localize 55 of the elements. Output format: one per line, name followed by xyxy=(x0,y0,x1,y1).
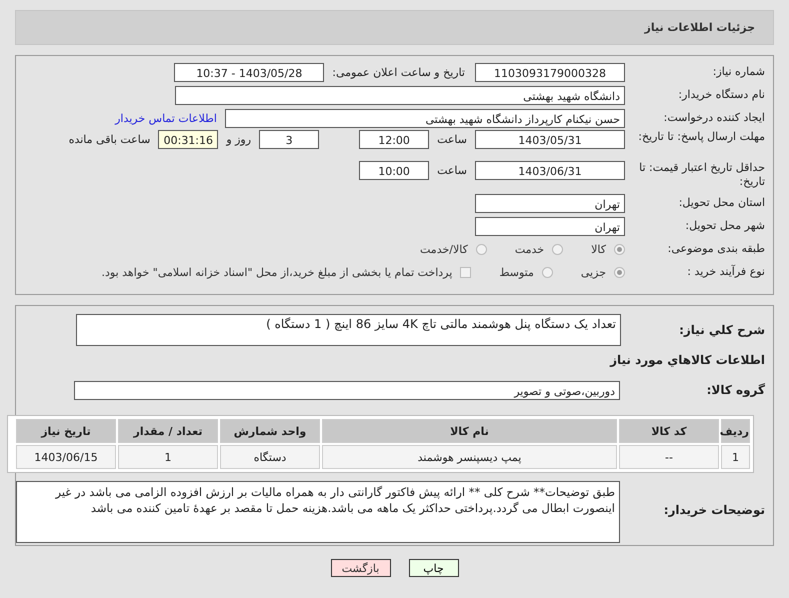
remaining-time-field: 00:31:16 xyxy=(158,130,218,149)
process-radio[interactable]: متوسط xyxy=(499,266,553,278)
field-label: شهر محل تحویل: xyxy=(684,219,766,233)
process-radio[interactable]: جزیی xyxy=(580,266,625,278)
print-button[interactable]: چاپ xyxy=(408,559,458,577)
days-label: روز و xyxy=(226,132,252,148)
column-header: تاریخ نیاز xyxy=(16,419,116,443)
column-header: کد کالا xyxy=(619,419,719,443)
need-number-field: 1103093179000328 xyxy=(475,62,625,82)
field-label: شرح کلي نياز: xyxy=(678,323,766,337)
announce-date-field: 1403/05/28 - 10:37 xyxy=(174,62,324,82)
description-textarea[interactable]: تعداد یک دستگاه پنل هوشمند مالتی تاچ 4K سایز 86 اینچ ( 1 دستگاه ) xyxy=(76,314,621,346)
payment-checkbox[interactable]: پرداخت تمام یا بخشی از مبلغ خرید،از محل "اسناد خزانه اسلامی" خواهد بود. xyxy=(102,266,472,278)
back-button[interactable]: بازگشت xyxy=(330,559,390,577)
time-label: ساعت xyxy=(437,163,467,179)
buyer-notes-textarea[interactable]: طبق توضیحات** شرح کلی ** ارائه پیش فاکتور گارانتی دار به همراه مالیات بر ارزش افزوده الزامی می باشد در غیر اینصورت ابطال می گردد.پرداختی حداکثر یک ماهه می باشد.هزینه حمل تا مقصد بر عهدهٔ تامین کننده می باشد xyxy=(16,481,620,543)
date-field: 1403/06/31 xyxy=(475,161,625,180)
table-cell: دستگاه xyxy=(220,445,320,469)
requester-field: حسن نیکنام کارپرداز دانشگاه شهید بهشتی xyxy=(225,108,625,128)
time-field: 10:00 xyxy=(359,161,430,180)
table-cell: 1403/06/15 xyxy=(16,445,116,469)
page-title: جزئیات اطلاعات نیاز xyxy=(644,21,755,34)
field-label: تاریخ و ساعت اعلان عمومی: xyxy=(332,66,465,78)
field-label: حداقل تاریخ اعتبار قیمت: تا تاریخ: xyxy=(638,161,766,189)
field-label: ایجاد کننده درخواست: xyxy=(662,111,766,125)
category-radio[interactable]: کالا/خدمت xyxy=(420,242,487,256)
category-radio[interactable]: کالا xyxy=(591,242,625,256)
field-label: نام دستگاه خریدار: xyxy=(677,88,766,102)
table-cell: پمپ دیسپنسر هوشمند xyxy=(322,445,617,469)
field-label: توضیحات خریدار: xyxy=(662,502,766,517)
province-field: تهران xyxy=(475,194,625,212)
city-field: تهران xyxy=(475,216,625,236)
date-field: 1403/05/31 xyxy=(475,130,625,149)
days-field: 3 xyxy=(259,130,320,149)
field-label: مهلت ارسال پاسخ: تا تاریخ: xyxy=(637,130,766,144)
time-label: ساعت xyxy=(437,132,467,148)
column-header: ردیف xyxy=(721,419,750,443)
buyer-contact-link[interactable]: اطلاعات تماس خریدار xyxy=(115,112,217,124)
buyer-org-field: دانشگاه شهید بهشتی xyxy=(175,86,625,104)
goods-group-field: دوربین،صوتی و تصویر xyxy=(74,380,620,400)
column-header: تعداد / مقدار xyxy=(118,419,218,443)
column-header: نام کالا xyxy=(322,419,617,443)
table-cell: -- xyxy=(619,445,719,469)
remaining-label: ساعت باقی مانده xyxy=(68,132,150,148)
field-label: گروه کالا: xyxy=(706,383,766,397)
time-field: 12:00 xyxy=(359,130,430,149)
field-label: استان محل تحویل: xyxy=(678,196,766,210)
field-label: شماره نیاز: xyxy=(712,65,766,79)
table-cell: 1 xyxy=(721,445,750,469)
field-label: نوع فرآیند خرید : xyxy=(686,265,766,279)
column-header: واحد شمارش xyxy=(220,419,320,443)
category-radio[interactable]: خدمت xyxy=(514,242,564,256)
section-title: اطلاعات کالاهاي مورد نياز xyxy=(608,352,766,369)
table-cell: 1 xyxy=(118,445,218,469)
field-label: طبقه بندی موضوعی: xyxy=(666,242,766,256)
